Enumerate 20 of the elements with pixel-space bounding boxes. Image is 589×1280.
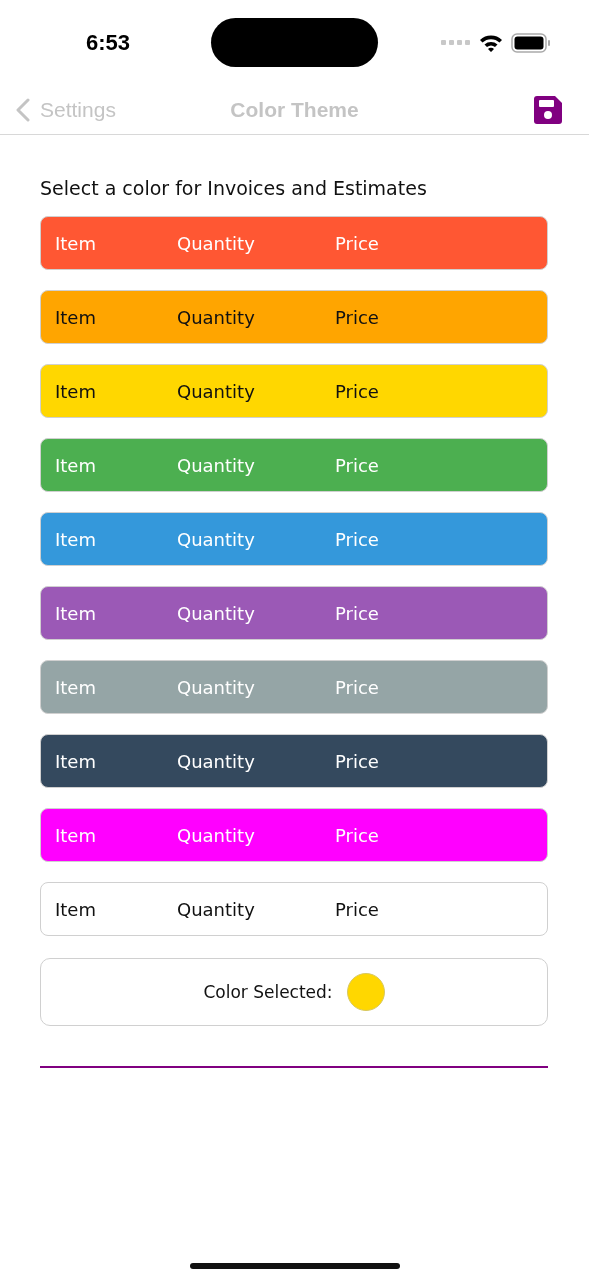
clock-time: 6:53 — [86, 29, 131, 56]
wifi-icon — [479, 33, 503, 52]
color-theme-option[interactable]: Item Quantity Price — [40, 216, 548, 270]
color-theme-option[interactable]: Item Quantity Price — [40, 290, 548, 344]
color-theme-option[interactable]: Item Quantity Price — [40, 808, 548, 862]
color-theme-option[interactable]: Item Quantity Price — [40, 882, 548, 936]
color-theme-option[interactable]: Item Quantity Price — [40, 586, 548, 640]
chevron-left-icon — [16, 97, 30, 122]
selected-color-label: Color Selected: — [203, 982, 333, 1002]
battery-icon — [511, 32, 551, 53]
color-theme-option[interactable]: Item Quantity Price — [40, 660, 548, 714]
signal-icon — [441, 39, 471, 46]
instruction-text: Select a color for Invoices and Estimates — [40, 177, 428, 199]
color-theme-option[interactable]: Item Quantity Price — [40, 438, 548, 492]
color-theme-option[interactable]: Item Quantity Price — [40, 734, 548, 788]
back-button[interactable]: Settings — [16, 97, 116, 122]
save-icon[interactable] — [533, 94, 563, 125]
color-theme-option[interactable]: Item Quantity Price — [40, 364, 548, 418]
color-theme-option[interactable]: Item Quantity Price — [40, 512, 548, 566]
screen-title: Color Theme — [230, 97, 359, 121]
